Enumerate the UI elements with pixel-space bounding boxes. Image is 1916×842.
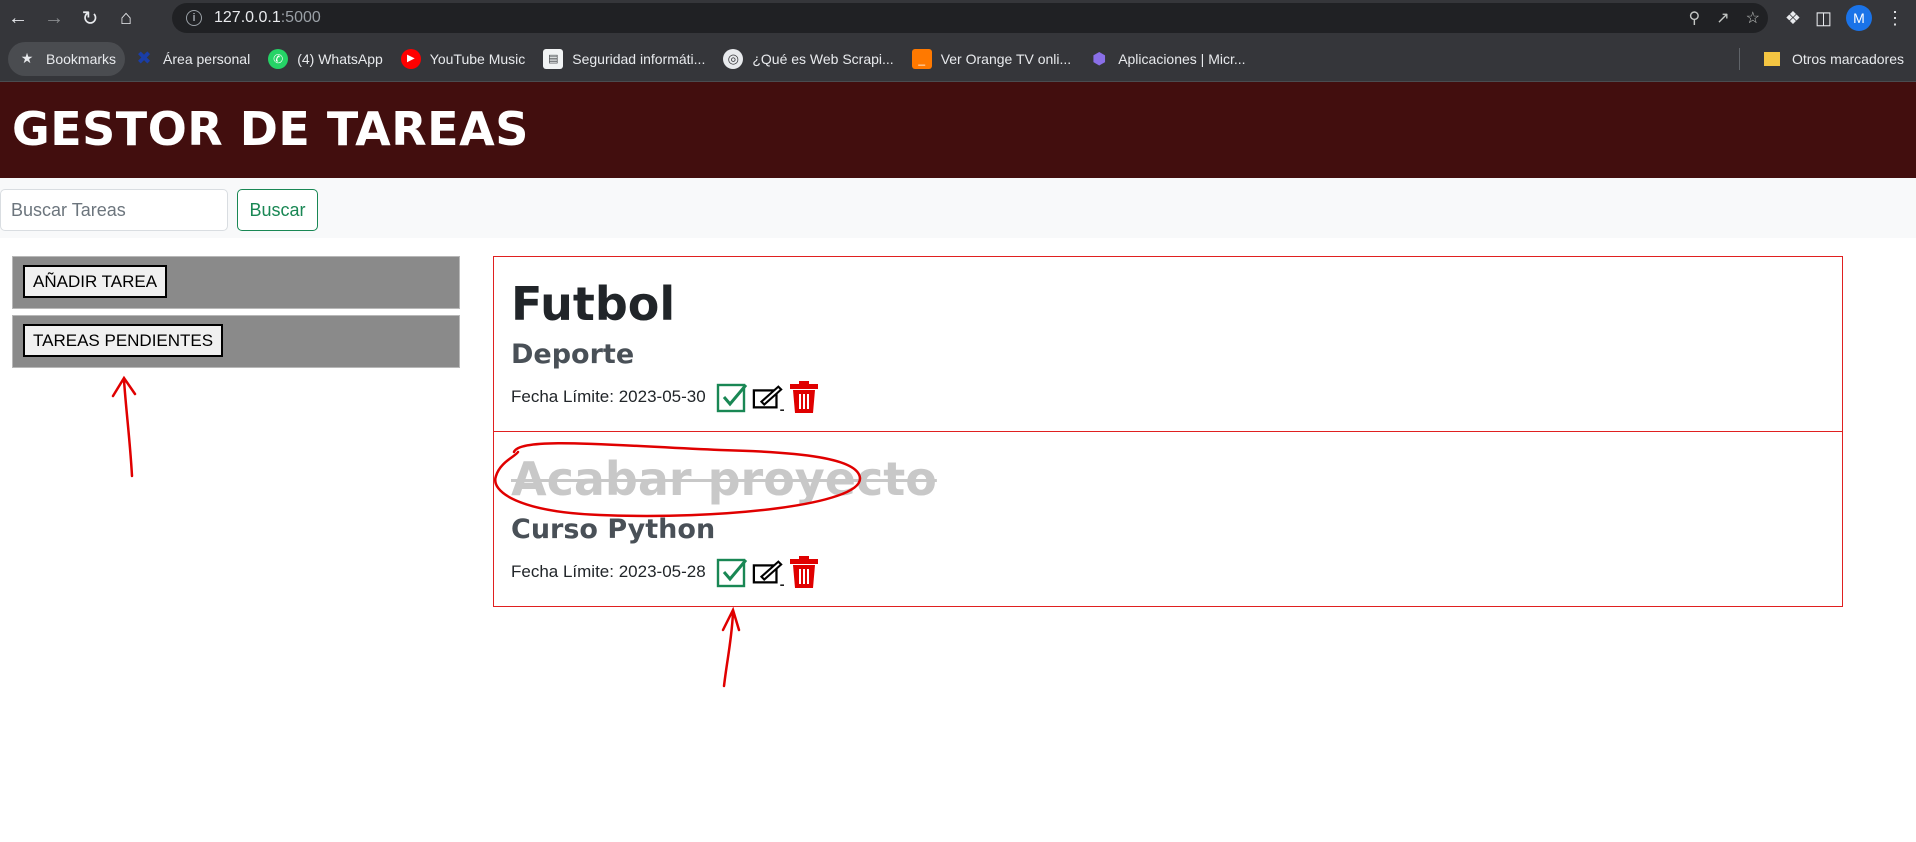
doc-icon: ▤ xyxy=(543,48,564,69)
bookmark-label: Bookmarks xyxy=(46,50,117,67)
task-card: Acabar proyecto Curso Python Fecha Límit… xyxy=(493,431,1843,607)
delete-trash-icon[interactable] xyxy=(788,381,820,413)
delete-trash-icon[interactable] xyxy=(788,556,820,588)
app-title: GESTOR DE TAREAS xyxy=(12,102,529,156)
whatsapp-icon: ✆ xyxy=(268,48,289,69)
annotation-arrow-left xyxy=(111,375,137,478)
search-button[interactable]: Buscar xyxy=(237,189,318,231)
bookmark-label: Aplicaciones | Micr... xyxy=(1118,50,1246,67)
bookmark-item[interactable]: ✖ Área personal xyxy=(125,42,259,76)
task-list: Futbol Deporte Fecha Límite: 2023-05-30 … xyxy=(493,256,1843,607)
bookmark-item[interactable]: ★ Bookmarks xyxy=(8,41,126,76)
share-icon[interactable]: ↗ xyxy=(1716,8,1729,28)
browser-toolbar: ← → ↻ ⌂ i 127.0.0.1:5000 ⚲ ↗ ☆ ❖ ◫ M ⋮ xyxy=(0,0,1916,36)
bookmark-item[interactable]: ⬢ Aplicaciones | Micr... xyxy=(1080,42,1254,76)
extensions-icon[interactable]: ❖ xyxy=(1785,8,1801,29)
reload-icon[interactable]: ↻ xyxy=(72,0,108,36)
star-icon: ★ xyxy=(20,50,34,66)
task-title: Futbol xyxy=(511,277,676,331)
bookmark-item[interactable]: _ Ver Orange TV onli... xyxy=(903,42,1080,76)
menu-kebab-icon[interactable]: ⋮ xyxy=(1886,8,1904,29)
bookmark-star-icon[interactable]: ☆ xyxy=(1746,8,1760,28)
folder-icon xyxy=(1763,52,1780,66)
youtube-music-icon: ▶ xyxy=(400,48,421,69)
edit-icon[interactable] xyxy=(752,556,784,588)
other-bookmarks[interactable]: Otros marcadores xyxy=(1763,42,1904,76)
url-host: 127.0.0.1 xyxy=(214,9,281,26)
task-deadline: Fecha Límite: 2023-05-30 xyxy=(511,387,706,406)
app-header: GESTOR DE TAREAS xyxy=(0,82,1916,178)
add-task-card: AÑADIR TAREA xyxy=(12,256,460,309)
bookmarks-divider xyxy=(1739,48,1740,70)
address-bar[interactable]: i 127.0.0.1:5000 ⚲ ↗ ☆ xyxy=(172,3,1768,33)
url-text[interactable]: 127.0.0.1:5000 xyxy=(214,9,321,27)
task-category: Curso Python xyxy=(511,514,716,545)
bookmark-label: Seguridad informáti... xyxy=(572,50,706,67)
bookmark-label: ¿Qué es Web Scrapi... xyxy=(752,50,894,67)
globe-icon: ◎ xyxy=(723,48,744,69)
complete-check-icon[interactable] xyxy=(716,381,748,413)
task-title: Acabar proyecto xyxy=(511,452,937,506)
side-panel-icon[interactable]: ◫ xyxy=(1815,8,1832,29)
pending-tasks-card: TAREAS PENDIENTES xyxy=(12,315,460,368)
bookmarks-bar: ★ Bookmarks ✖ Área personal ✆ (4) WhatsApp … xyxy=(0,36,1916,82)
zoom-icon[interactable]: ⚲ xyxy=(1689,8,1701,28)
other-bookmarks-label: Otros marcadores xyxy=(1791,51,1904,67)
complete-check-icon[interactable] xyxy=(716,556,748,588)
orange-icon: _ xyxy=(911,48,932,69)
annotation-arrow-bottom xyxy=(721,606,741,688)
task-category: Deporte xyxy=(511,339,635,370)
forward-icon[interactable]: → xyxy=(36,0,72,36)
bookmark-label: Ver Orange TV onli... xyxy=(940,50,1072,67)
bookmark-label: YouTube Music xyxy=(429,50,526,67)
add-task-button[interactable]: AÑADIR TAREA xyxy=(23,265,168,298)
edit-icon[interactable] xyxy=(752,381,784,413)
bookmark-item[interactable]: ▤ Seguridad informáti... xyxy=(534,42,714,76)
bookmark-label: (4) WhatsApp xyxy=(297,50,383,67)
task-deadline: Fecha Límite: 2023-05-28 xyxy=(511,562,706,581)
pending-tasks-button[interactable]: TAREAS PENDIENTES xyxy=(23,324,224,357)
home-icon[interactable]: ⌂ xyxy=(108,0,144,36)
url-port: :5000 xyxy=(280,9,321,26)
task-card: Futbol Deporte Fecha Límite: 2023-05-30 xyxy=(493,256,1843,432)
bookmark-item[interactable]: ✆ (4) WhatsApp xyxy=(259,42,392,76)
profile-avatar[interactable]: M xyxy=(1846,5,1872,31)
search-bar: Buscar xyxy=(0,178,1916,238)
site-info-icon[interactable]: i xyxy=(186,10,202,26)
bookmark-label: Área personal xyxy=(163,50,251,67)
search-input[interactable] xyxy=(0,189,228,231)
puzzle-icon: ✖ xyxy=(136,48,152,68)
back-icon[interactable]: ← xyxy=(0,0,36,36)
bookmark-item[interactable]: ▶ YouTube Music xyxy=(392,42,534,76)
bookmark-item[interactable]: ◎ ¿Qué es Web Scrapi... xyxy=(714,42,902,76)
apps-icon: ⬢ xyxy=(1092,50,1107,68)
